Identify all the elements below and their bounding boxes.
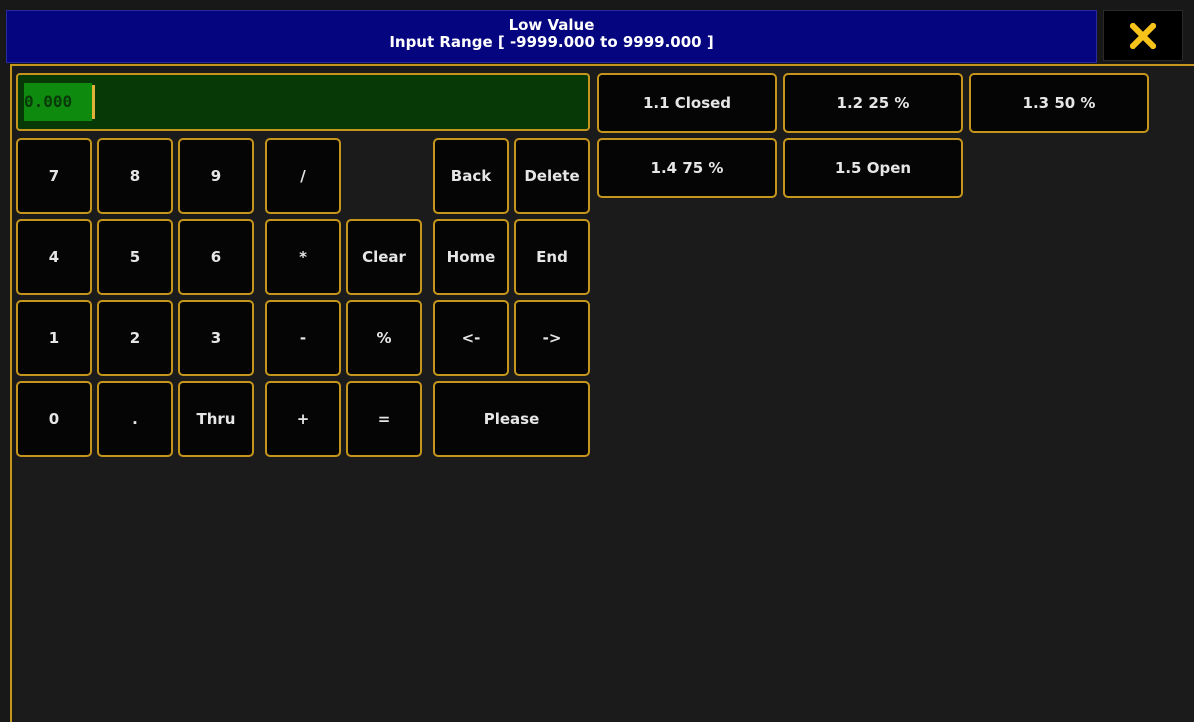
- key-0[interactable]: 0: [16, 381, 92, 457]
- key-please[interactable]: Please: [433, 381, 590, 457]
- input-range-label: Input Range [ -9999.000 to 9999.000 ]: [389, 33, 714, 51]
- preset-button[interactable]: 1.5 Open: [783, 138, 963, 198]
- key-plus[interactable]: +: [265, 381, 341, 457]
- dialog-title: Low Value: [508, 16, 595, 34]
- key-7[interactable]: 7: [16, 138, 92, 214]
- key-2[interactable]: 2: [97, 300, 173, 376]
- key-multiply[interactable]: *: [265, 219, 341, 295]
- key-clear[interactable]: Clear: [346, 219, 422, 295]
- key-divide[interactable]: /: [265, 138, 341, 214]
- dialog-titlebar: Low Value Input Range [ -9999.000 to 999…: [6, 10, 1097, 63]
- preset-button[interactable]: 1.2 25 %: [783, 73, 963, 133]
- value-input-field[interactable]: 0.000: [16, 73, 590, 131]
- key-3[interactable]: 3: [178, 300, 254, 376]
- input-value: 0.000: [24, 92, 73, 111]
- key-back[interactable]: Back: [433, 138, 509, 214]
- key-home[interactable]: Home: [433, 219, 509, 295]
- calculator-dialog: Low Value Input Range [ -9999.000 to 999…: [0, 0, 1194, 722]
- close-x-icon: [1130, 23, 1156, 49]
- key-6[interactable]: 6: [178, 219, 254, 295]
- key-cursor-left[interactable]: <-: [433, 300, 509, 376]
- key-minus[interactable]: -: [265, 300, 341, 376]
- key-1[interactable]: 1: [16, 300, 92, 376]
- preset-button[interactable]: 1.3 50 %: [969, 73, 1149, 133]
- preset-button[interactable]: 1.4 75 %: [597, 138, 777, 198]
- key-equals[interactable]: =: [346, 381, 422, 457]
- key-percent[interactable]: %: [346, 300, 422, 376]
- key-delete[interactable]: Delete: [514, 138, 590, 214]
- key-end[interactable]: End: [514, 219, 590, 295]
- preset-button[interactable]: 1.1 Closed: [597, 73, 777, 133]
- key-4[interactable]: 4: [16, 219, 92, 295]
- key-5[interactable]: 5: [97, 219, 173, 295]
- key-thru[interactable]: Thru: [178, 381, 254, 457]
- key-8[interactable]: 8: [97, 138, 173, 214]
- key-cursor-right[interactable]: ->: [514, 300, 590, 376]
- text-caret: [92, 85, 95, 119]
- close-button[interactable]: [1103, 10, 1183, 61]
- key-decimal[interactable]: .: [97, 381, 173, 457]
- key-9[interactable]: 9: [178, 138, 254, 214]
